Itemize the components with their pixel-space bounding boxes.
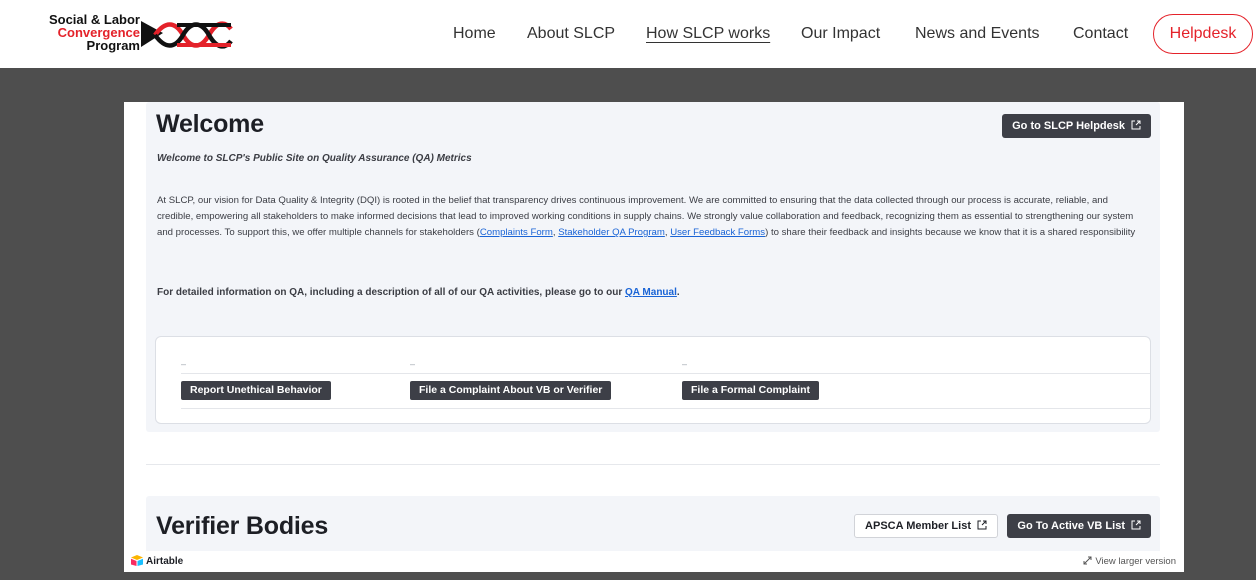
qa-line-prefix: For detailed information on QA, includin… — [157, 287, 626, 298]
para-text-after: ) to share their feedback and insights b… — [765, 227, 1136, 238]
report-unethical-behavior-button[interactable]: Report Unethical Behavior — [181, 381, 331, 400]
card-divider-bottom — [181, 408, 1150, 409]
button-1-caption: – — [181, 359, 187, 369]
view-larger-version-link[interactable]: View larger version — [1083, 555, 1176, 568]
site-header: Social & Labor Convergence Program Home … — [0, 0, 1256, 68]
airtable-embed: Welcome Go to SLCP Helpdesk Welcome to S… — [124, 102, 1184, 572]
expand-icon — [1083, 556, 1092, 565]
dqi-paragraph: At SLCP, our vision for Data Quality & I… — [157, 193, 1142, 241]
user-feedback-forms-link[interactable]: User Feedback Forms — [670, 227, 765, 238]
view-larger-label: View larger version — [1095, 556, 1176, 567]
go-to-active-vb-list-label: Go To Active VB List — [1017, 520, 1125, 532]
complaint-buttons-card: – – – Report Unethical Behavior File a C… — [155, 336, 1151, 424]
main-nav: Home About SLCP How SLCP works Our Impac… — [0, 0, 1256, 68]
apsca-member-list-button[interactable]: APSCA Member List — [854, 514, 998, 538]
qa-manual-line: For detailed information on QA, includin… — [157, 287, 680, 298]
welcome-subtitle: Welcome to SLCP's Public Site on Quality… — [157, 153, 472, 164]
external-link-icon — [1131, 520, 1141, 530]
complaints-form-link[interactable]: Complaints Form — [480, 227, 553, 238]
verifier-bodies-title: Verifier Bodies — [156, 512, 329, 540]
external-link-icon — [977, 520, 987, 530]
section-divider — [146, 464, 1160, 465]
qa-line-suffix: . — [676, 287, 680, 298]
nav-item-contact[interactable]: Contact — [1073, 24, 1128, 44]
file-complaint-vb-verifier-button[interactable]: File a Complaint About VB or Verifier — [410, 381, 612, 400]
nav-item-news-and-events[interactable]: News and Events — [915, 24, 1040, 44]
airtable-brand-label: Airtable — [146, 556, 184, 567]
nav-item-how-slcp-works[interactable]: How SLCP works — [646, 24, 770, 44]
button-2-caption: – — [410, 359, 416, 369]
nav-item-about-slcp[interactable]: About SLCP — [527, 24, 615, 44]
helpdesk-button[interactable]: Helpdesk — [1153, 14, 1253, 54]
nav-item-home[interactable]: Home — [453, 24, 496, 44]
go-to-helpdesk-button[interactable]: Go to SLCP Helpdesk — [1002, 114, 1151, 138]
nav-item-our-impact[interactable]: Our Impact — [801, 24, 880, 44]
card-divider-top — [181, 373, 1150, 374]
airtable-logo-icon — [131, 555, 143, 566]
go-to-helpdesk-label: Go to SLCP Helpdesk — [1012, 120, 1125, 132]
file-formal-complaint-button[interactable]: File a Formal Complaint — [682, 381, 820, 400]
go-to-active-vb-list-button[interactable]: Go To Active VB List — [1007, 514, 1151, 538]
stakeholder-qa-program-link[interactable]: Stakeholder QA Program — [558, 227, 665, 238]
button-3-caption: – — [682, 359, 688, 369]
airtable-footer-bar: Airtable View larger version — [124, 551, 1184, 572]
external-link-icon — [1131, 120, 1141, 130]
welcome-section: Welcome Go to SLCP Helpdesk Welcome to S… — [146, 102, 1160, 432]
apsca-member-list-label: APSCA Member List — [865, 520, 971, 532]
welcome-title: Welcome — [156, 110, 264, 138]
qa-manual-link[interactable]: QA Manual — [625, 287, 677, 298]
airtable-brand-link[interactable]: Airtable — [130, 555, 183, 568]
verifier-bodies-section: Verifier Bodies APSCA Member List Go To … — [146, 496, 1160, 556]
